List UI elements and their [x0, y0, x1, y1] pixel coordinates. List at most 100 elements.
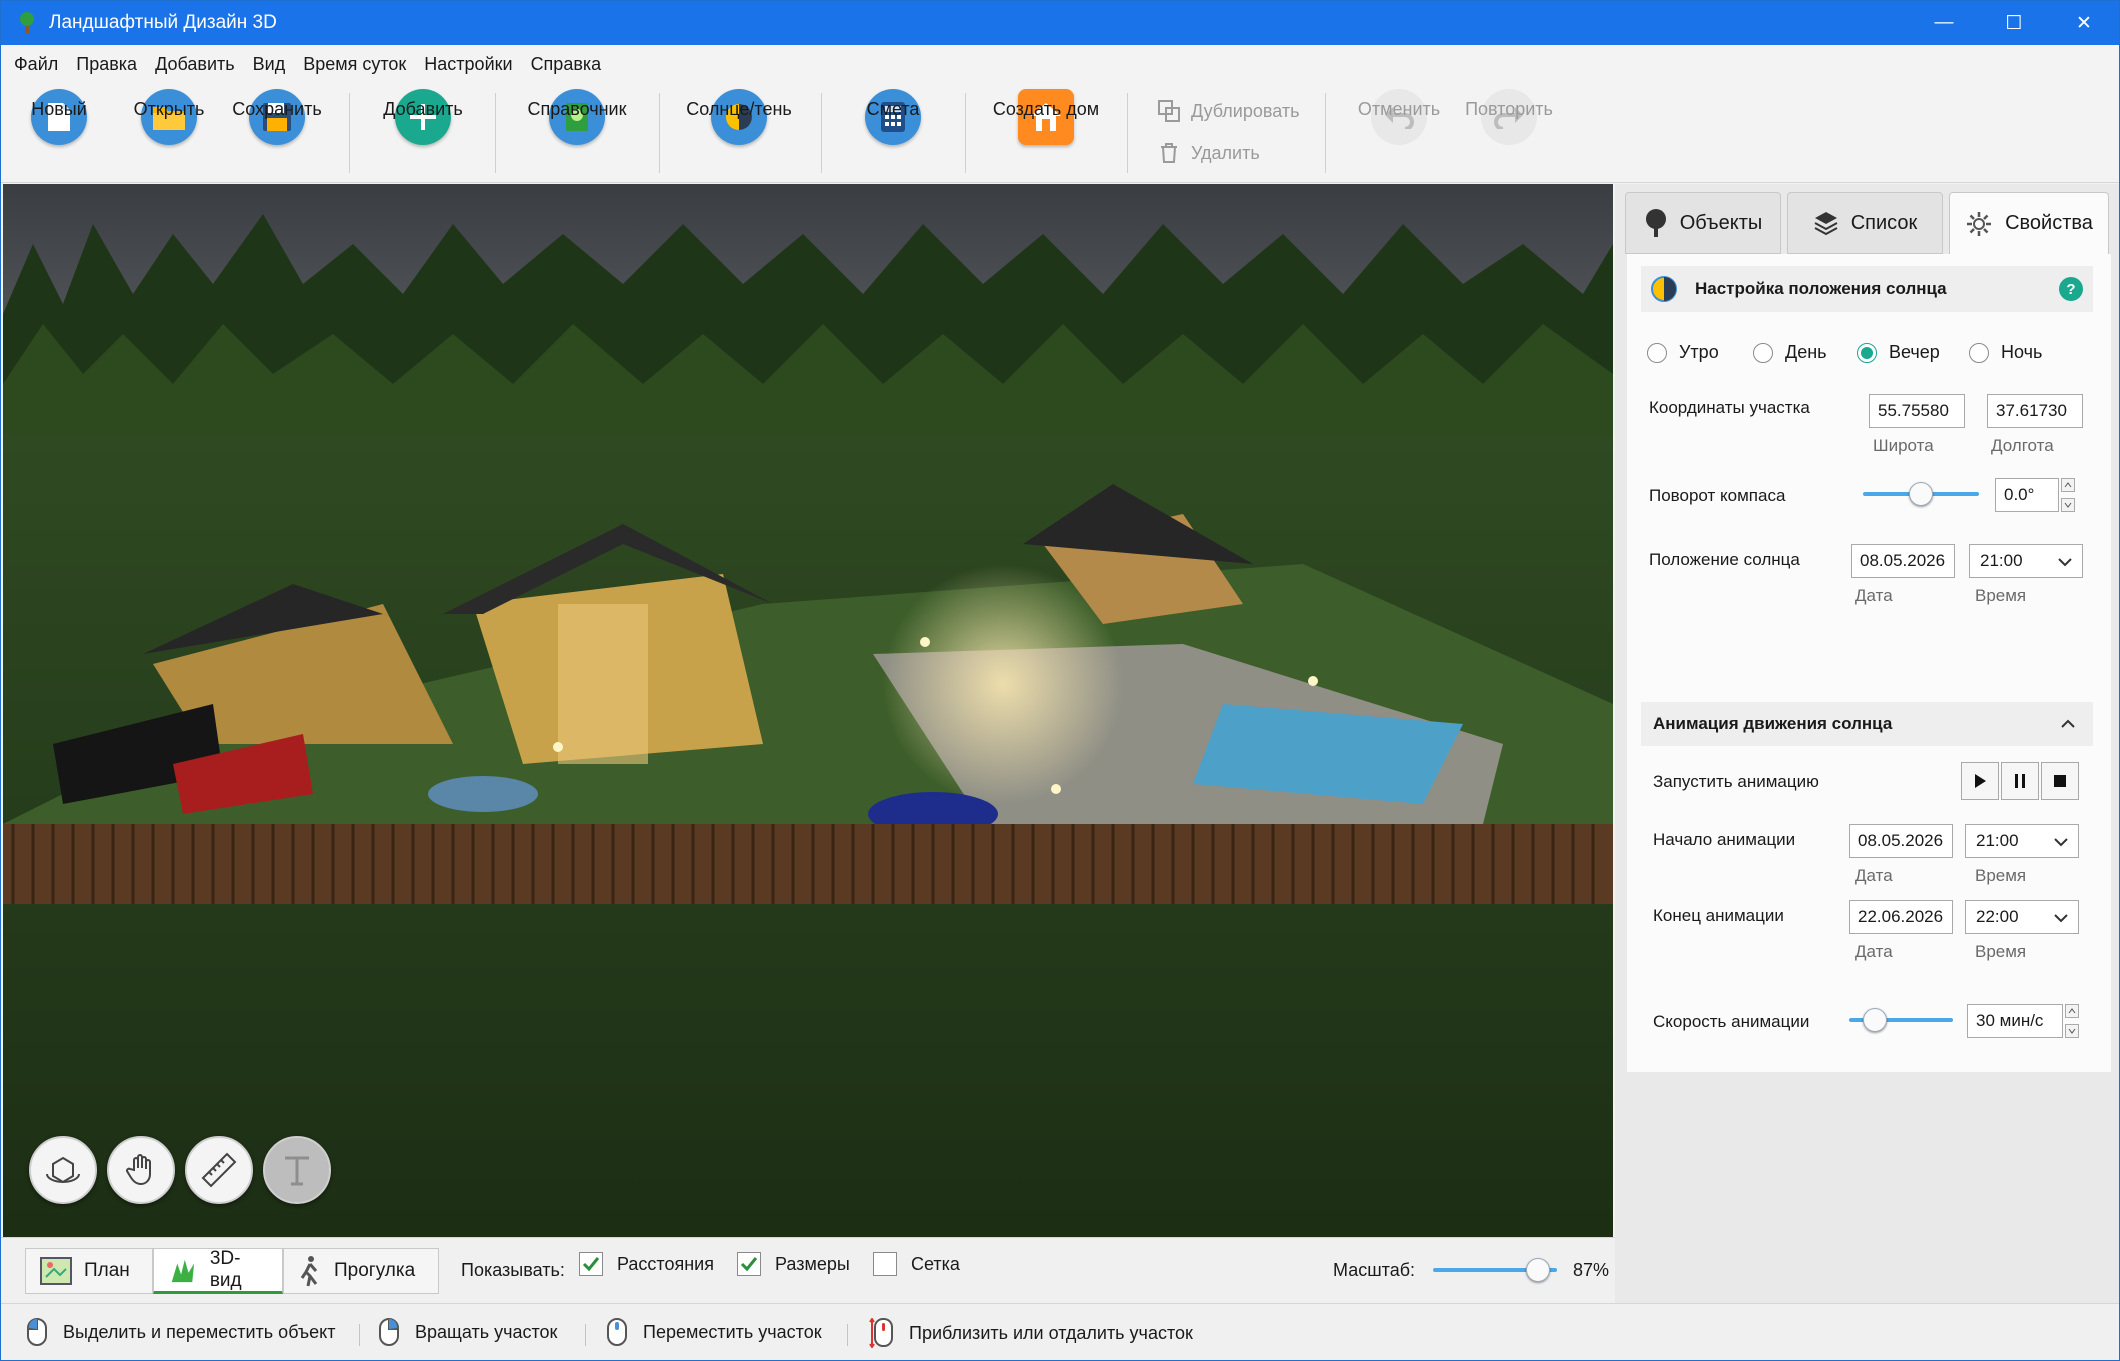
- speed-row: Скорость анимации 30 мин/с: [1627, 992, 2111, 1072]
- show-label: Показывать:: [461, 1260, 565, 1280]
- maximize-icon: ☐: [2005, 12, 2023, 34]
- animation-end-date-label: Дата: [1855, 942, 1893, 961]
- help-icon[interactable]: ?: [2059, 277, 2083, 301]
- grid-checkbox[interactable]: Сетка: [873, 1252, 960, 1276]
- rotate-view-button[interactable]: [29, 1136, 97, 1204]
- window-title: Ландшафтный Дизайн 3D: [49, 12, 277, 33]
- measure-button[interactable]: [185, 1136, 253, 1204]
- stop-button[interactable]: [2041, 762, 2079, 800]
- menu-add[interactable]: Добавить: [146, 45, 244, 83]
- delete-button[interactable]: Удалить: [1157, 141, 1260, 165]
- checkmark-icon: [737, 1252, 761, 1276]
- spin-up-icon[interactable]: [2065, 1004, 2079, 1018]
- trash-icon: [1161, 143, 1177, 163]
- compass-spinner[interactable]: [2061, 478, 2075, 512]
- save-button[interactable]: Сохранить: [217, 89, 337, 145]
- radio-night[interactable]: Ночь: [1969, 342, 2042, 363]
- radio-evening[interactable]: Вечер: [1857, 342, 1940, 363]
- sizes-checkbox[interactable]: Размеры: [737, 1252, 850, 1276]
- tab-plan[interactable]: План: [25, 1248, 153, 1294]
- compass-value-input[interactable]: 0.0°: [1995, 478, 2059, 512]
- sun-settings-header: Настройка положения солнца ?: [1641, 266, 2093, 312]
- status-hint-zoom: Приблизить или отдалить участок: [867, 1318, 1193, 1348]
- reference-button[interactable]: Справочник: [517, 89, 637, 145]
- viewport-tools: [29, 1136, 331, 1204]
- spin-down-icon[interactable]: [2061, 498, 2075, 512]
- animation-start-time-dropdown[interactable]: 21:00: [1965, 824, 2079, 858]
- chevron-up-icon[interactable]: [2059, 715, 2077, 733]
- spin-down-icon[interactable]: [2065, 1024, 2079, 1038]
- animation-section-header[interactable]: Анимация движения солнца: [1641, 702, 2093, 746]
- app-logo-icon: [20, 12, 34, 33]
- maximize-button[interactable]: ☐: [1979, 1, 2049, 45]
- minimize-button[interactable]: —: [1909, 1, 1979, 45]
- tab-3d-view[interactable]: 3D-вид: [153, 1248, 283, 1294]
- play-icon: [1975, 774, 1986, 788]
- layers-icon: [1814, 212, 1838, 236]
- rotate-cube-icon: [46, 1156, 80, 1184]
- spin-up-icon[interactable]: [2061, 478, 2075, 492]
- mouse-middle-click-icon: [607, 1318, 627, 1346]
- latitude-input[interactable]: 55.75580: [1869, 394, 1965, 428]
- coordinates-label: Координаты участка: [1649, 398, 1810, 417]
- zoom-slider[interactable]: [1433, 1258, 1557, 1282]
- tab-walk[interactable]: Прогулка: [283, 1248, 439, 1294]
- zoom-slider-thumb[interactable]: [1526, 1258, 1550, 1282]
- menu-file[interactable]: Файл: [5, 45, 67, 83]
- play-button[interactable]: [1961, 762, 1999, 800]
- animation-speed-slider[interactable]: [1849, 1008, 1953, 1032]
- compass-slider[interactable]: [1863, 482, 1979, 506]
- title-bar: Ландшафтный Дизайн 3D — ☐ ✕: [1, 1, 2119, 45]
- compass-slider-thumb[interactable]: [1909, 482, 1933, 506]
- tab-properties[interactable]: Свойства: [1949, 192, 2109, 254]
- animation-start-date-input[interactable]: 08.05.2026: [1849, 824, 1953, 858]
- 3d-viewport[interactable]: [3, 184, 1613, 1237]
- menu-time-of-day[interactable]: Время суток: [294, 45, 415, 83]
- longitude-input[interactable]: 37.61730: [1987, 394, 2083, 428]
- walking-person-icon: [300, 1256, 318, 1287]
- animation-start-label: Начало анимации: [1653, 830, 1796, 849]
- animation-end-date-input[interactable]: 22.06.2026: [1849, 900, 1953, 934]
- menu-help[interactable]: Справка: [522, 45, 611, 83]
- menu-settings[interactable]: Настройки: [415, 45, 521, 83]
- status-hint-select: Выделить и переместить объект: [27, 1318, 336, 1346]
- sun-time-dropdown[interactable]: 21:00: [1969, 544, 2083, 578]
- mouse-right-click-icon: [379, 1318, 399, 1346]
- stop-icon: [2054, 775, 2066, 787]
- sun-date-input[interactable]: 08.05.2026: [1851, 544, 1955, 578]
- pan-button[interactable]: [107, 1136, 175, 1204]
- duplicate-button[interactable]: Дублировать: [1157, 99, 1299, 123]
- text-tool-button[interactable]: [263, 1136, 331, 1204]
- radio-morning[interactable]: Утро: [1647, 342, 1719, 363]
- animation-speed-spinner[interactable]: [2065, 1004, 2079, 1038]
- animation-end-time-dropdown[interactable]: 22:00: [1965, 900, 2079, 934]
- sun-shadow-icon: [1651, 276, 1677, 302]
- sun-shadow-button[interactable]: Солнце/тень: [679, 89, 799, 145]
- status-bar: Выделить и переместить объект Вращать уч…: [1, 1303, 2119, 1360]
- undo-button[interactable]: Отменить: [1339, 89, 1459, 145]
- new-button[interactable]: Новый: [1, 89, 119, 145]
- distances-checkbox[interactable]: Расстояния: [579, 1252, 714, 1276]
- radio-day[interactable]: День: [1753, 342, 1827, 363]
- animation-end-time-label: Время: [1975, 942, 2027, 961]
- toolbar: Новый Открыть Сохранить Добавить Справоч…: [1, 83, 2119, 183]
- animation-start-time-label: Время: [1975, 866, 2027, 885]
- menu-view[interactable]: Вид: [244, 45, 295, 83]
- redo-button[interactable]: Повторить: [1449, 89, 1569, 145]
- properties-panel: Объекты Список Свойства Настройка положе…: [1615, 184, 2119, 1303]
- tab-list[interactable]: Список: [1787, 192, 1943, 254]
- mouse-left-click-icon: [27, 1318, 47, 1346]
- menu-edit[interactable]: Правка: [67, 45, 146, 83]
- pause-button[interactable]: [2001, 762, 2039, 800]
- tab-objects[interactable]: Объекты: [1625, 192, 1781, 254]
- add-button[interactable]: Добавить: [363, 89, 483, 145]
- sun-date-label: Дата: [1855, 586, 1893, 605]
- animation-speed-slider-thumb[interactable]: [1863, 1008, 1887, 1032]
- open-button[interactable]: Открыть: [109, 89, 229, 145]
- close-button[interactable]: ✕: [2049, 1, 2119, 45]
- create-house-button[interactable]: Создать дом: [986, 89, 1106, 145]
- estimate-button[interactable]: Смета: [833, 89, 953, 145]
- sun-time-label: Время: [1975, 586, 2027, 605]
- animation-speed-input[interactable]: 30 мин/с: [1967, 1004, 2063, 1038]
- grass-3d-icon: [171, 1259, 195, 1283]
